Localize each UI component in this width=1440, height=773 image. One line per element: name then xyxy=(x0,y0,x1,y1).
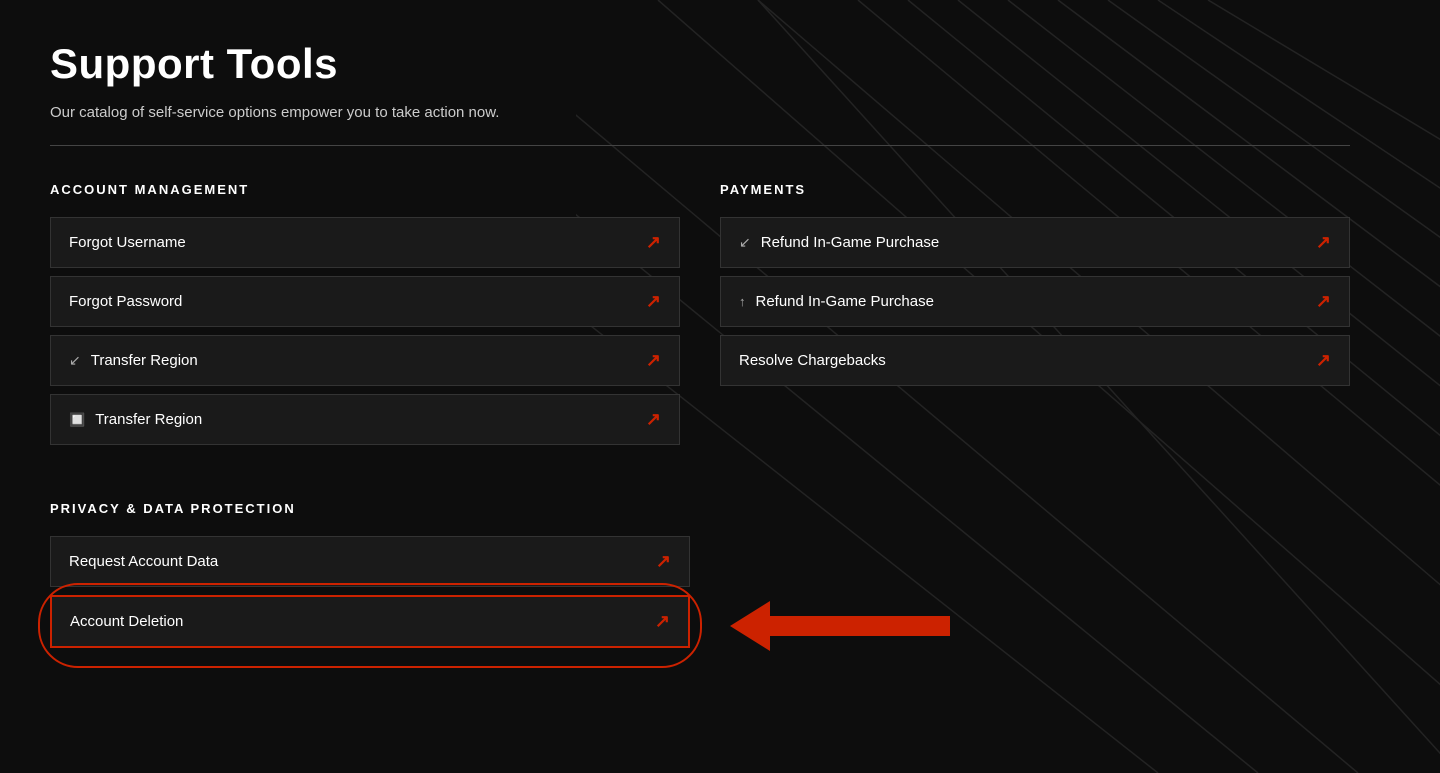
refund-ingame-2-icon: ↑ xyxy=(739,294,746,309)
forgot-username-wrapper: Forgot Username ↗ xyxy=(50,217,680,268)
forgot-password-arrow-icon: ↗ xyxy=(646,291,661,312)
privacy-buttons-container: Request Account Data ↗ Account Deletion … xyxy=(50,536,690,656)
payments-title: PAYMENTS xyxy=(720,182,1350,197)
refund-ingame-1-wrapper: ↙ Refund In-Game Purchase ↗ xyxy=(720,217,1350,268)
refund-ingame-2-arrow-icon: ↗ xyxy=(1316,291,1331,312)
transfer-region-1-icon: ↙ xyxy=(69,352,81,369)
resolve-chargebacks-label: Resolve Chargebacks xyxy=(739,352,886,369)
forgot-password-label: Forgot Password xyxy=(69,293,182,310)
refund-ingame-2-wrapper: ↑ Refund In-Game Purchase ↗ xyxy=(720,276,1350,327)
transfer-region-2-arrow-icon: ↗ xyxy=(646,409,661,430)
page-subtitle: Our catalog of self-service options empo… xyxy=(50,104,1350,121)
request-account-data-arrow-icon: ↗ xyxy=(656,551,671,572)
transfer-region-2-label: Transfer Region xyxy=(95,411,202,428)
resolve-chargebacks-button[interactable]: Resolve Chargebacks ↗ xyxy=(720,335,1350,386)
refund-ingame-1-icon: ↙ xyxy=(739,234,751,251)
transfer-region-1-wrapper: ↙ Transfer Region ↗ xyxy=(50,335,680,386)
transfer-region-1-button[interactable]: ↙ Transfer Region ↗ xyxy=(50,335,680,386)
account-deletion-button[interactable]: Account Deletion ↗ xyxy=(50,595,690,648)
annotation-arrow-svg xyxy=(730,601,950,651)
account-management-title: ACCOUNT MANAGEMENT xyxy=(50,182,680,197)
divider xyxy=(50,145,1350,146)
refund-ingame-1-arrow-icon: ↗ xyxy=(1316,232,1331,253)
transfer-region-2-icon: 🔲 xyxy=(69,412,85,428)
request-account-data-wrapper: Request Account Data ↗ xyxy=(50,536,690,587)
account-deletion-wrapper: Account Deletion ↗ xyxy=(50,595,690,656)
transfer-region-2-wrapper: 🔲 Transfer Region ↗ xyxy=(50,394,680,445)
refund-ingame-2-label: Refund In-Game Purchase xyxy=(756,293,934,310)
refund-ingame-1-button[interactable]: ↙ Refund In-Game Purchase ↗ xyxy=(720,217,1350,268)
forgot-username-arrow-icon: ↗ xyxy=(646,232,661,253)
request-account-data-button[interactable]: Request Account Data ↗ xyxy=(50,536,690,587)
annotation-arrow xyxy=(730,601,950,651)
forgot-password-button[interactable]: Forgot Password ↗ xyxy=(50,276,680,327)
account-deletion-arrow-icon: ↗ xyxy=(655,611,670,632)
main-sections-grid: ACCOUNT MANAGEMENT Forgot Username ↗ For… xyxy=(50,182,1350,453)
refund-ingame-1-label: Refund In-Game Purchase xyxy=(761,234,939,251)
forgot-password-wrapper: Forgot Password ↗ xyxy=(50,276,680,327)
request-account-data-label: Request Account Data xyxy=(69,553,218,570)
account-deletion-label: Account Deletion xyxy=(70,613,183,630)
account-management-section: ACCOUNT MANAGEMENT Forgot Username ↗ For… xyxy=(50,182,680,453)
transfer-region-1-label: Transfer Region xyxy=(91,352,198,369)
transfer-region-2-button[interactable]: 🔲 Transfer Region ↗ xyxy=(50,394,680,445)
privacy-title: PRIVACY & DATA PROTECTION xyxy=(50,501,1350,516)
privacy-section: PRIVACY & DATA PROTECTION Request Accoun… xyxy=(50,501,1350,656)
refund-ingame-2-button[interactable]: ↑ Refund In-Game Purchase ↗ xyxy=(720,276,1350,327)
resolve-chargebacks-arrow-icon: ↗ xyxy=(1316,350,1331,371)
page-content: Support Tools Our catalog of self-servic… xyxy=(0,0,1400,696)
forgot-username-label: Forgot Username xyxy=(69,234,186,251)
resolve-chargebacks-wrapper: Resolve Chargebacks ↗ xyxy=(720,335,1350,386)
transfer-region-1-arrow-icon: ↗ xyxy=(646,350,661,371)
page-title: Support Tools xyxy=(50,40,1350,88)
forgot-username-button[interactable]: Forgot Username ↗ xyxy=(50,217,680,268)
payments-section: PAYMENTS ↙ Refund In-Game Purchase ↗ ↑ R… xyxy=(720,182,1350,453)
